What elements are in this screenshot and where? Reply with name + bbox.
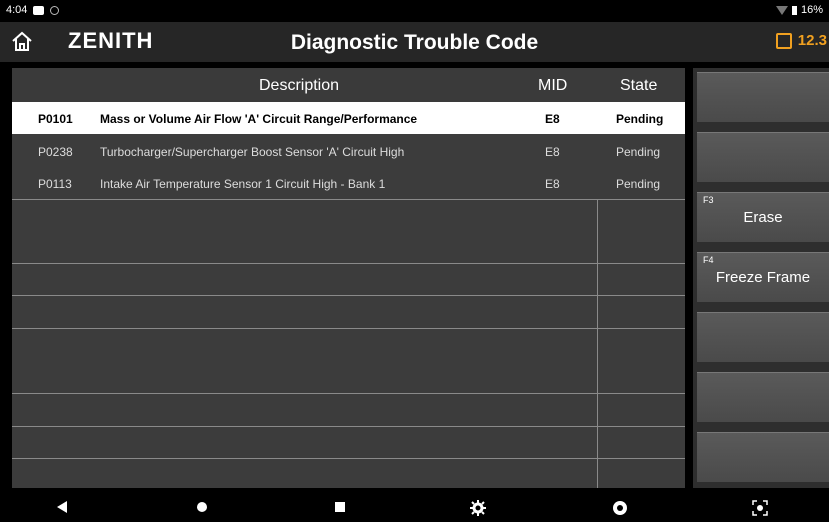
browser-icon[interactable] bbox=[612, 500, 628, 516]
home-dot-icon[interactable] bbox=[195, 500, 209, 514]
dtc-mid: E8 bbox=[545, 177, 560, 191]
f3-key-label: F3 bbox=[703, 195, 714, 205]
dtc-table: Description MID State P0101 Mass or Volu… bbox=[12, 68, 685, 488]
table-header: Description MID State bbox=[12, 68, 685, 102]
row-divider bbox=[12, 295, 685, 296]
status-time: 4:04 bbox=[6, 4, 28, 16]
row-divider bbox=[12, 263, 685, 264]
column-mid: MID bbox=[538, 77, 568, 94]
row-divider bbox=[12, 328, 685, 329]
erase-button[interactable]: F3 Erase bbox=[697, 192, 829, 242]
dtc-state: Pending bbox=[616, 112, 664, 126]
row-divider bbox=[12, 426, 685, 427]
row-divider bbox=[12, 393, 685, 394]
dtc-mid: E8 bbox=[545, 112, 560, 126]
battery-percent: 16% bbox=[800, 4, 823, 16]
status-bar: 4:04 16% bbox=[0, 0, 829, 22]
dtc-description: Intake Air Temperature Sensor 1 Circuit … bbox=[100, 177, 386, 191]
column-state: State bbox=[620, 77, 658, 94]
freeze-frame-label: Freeze Frame bbox=[715, 269, 811, 286]
row-divider bbox=[12, 458, 685, 459]
function-button-2[interactable] bbox=[697, 132, 829, 182]
recents-icon[interactable] bbox=[333, 500, 347, 514]
function-sidebar: F3 Erase F4 Freeze Frame bbox=[693, 68, 829, 488]
car-battery-icon bbox=[775, 32, 792, 49]
row-divider bbox=[12, 199, 685, 200]
wifi-icon bbox=[775, 5, 788, 15]
f4-key-label: F4 bbox=[703, 255, 714, 265]
dtc-state: Pending bbox=[616, 177, 661, 191]
function-button-6[interactable] bbox=[697, 372, 829, 422]
page-title: Diagnostic Trouble Code bbox=[290, 31, 539, 54]
battery-icon bbox=[791, 5, 797, 15]
function-button-7[interactable] bbox=[697, 432, 829, 482]
back-icon[interactable] bbox=[56, 500, 68, 514]
dtc-description: Mass or Volume Air Flow 'A' Circuit Rang… bbox=[100, 112, 418, 126]
function-button-5[interactable] bbox=[697, 312, 829, 362]
dtc-state: Pending bbox=[616, 145, 661, 159]
android-nav-bar bbox=[0, 494, 829, 522]
column-description: Description bbox=[259, 77, 340, 94]
dtc-code: P0101 bbox=[38, 112, 73, 126]
dtc-description: Turbocharger/Supercharger Boost Sensor '… bbox=[100, 145, 405, 159]
table-row[interactable]: P0113 Intake Air Temperature Sensor 1 Ci… bbox=[12, 167, 685, 199]
freeze-frame-button[interactable]: F4 Freeze Frame bbox=[697, 252, 829, 302]
voltage-indicator: 12.3 bbox=[775, 32, 827, 49]
dtc-code: P0113 bbox=[38, 177, 72, 191]
media-icon bbox=[33, 5, 45, 15]
voltage-value: 12.3 bbox=[797, 32, 827, 49]
dtc-mid: E8 bbox=[545, 145, 560, 159]
screenshot-icon[interactable] bbox=[752, 500, 768, 516]
column-divider bbox=[597, 199, 598, 488]
function-button-1[interactable] bbox=[697, 72, 829, 122]
settings-icon[interactable] bbox=[470, 500, 486, 516]
table-row[interactable]: P0238 Turbocharger/Supercharger Boost Se… bbox=[12, 135, 685, 167]
erase-label: Erase bbox=[743, 209, 783, 226]
table-row[interactable]: P0101 Mass or Volume Air Flow 'A' Circui… bbox=[12, 102, 685, 134]
sync-icon bbox=[50, 5, 60, 15]
app-header: ZENITH Diagnostic Trouble Code 12.3 bbox=[0, 22, 829, 62]
dtc-code: P0238 bbox=[38, 145, 73, 159]
